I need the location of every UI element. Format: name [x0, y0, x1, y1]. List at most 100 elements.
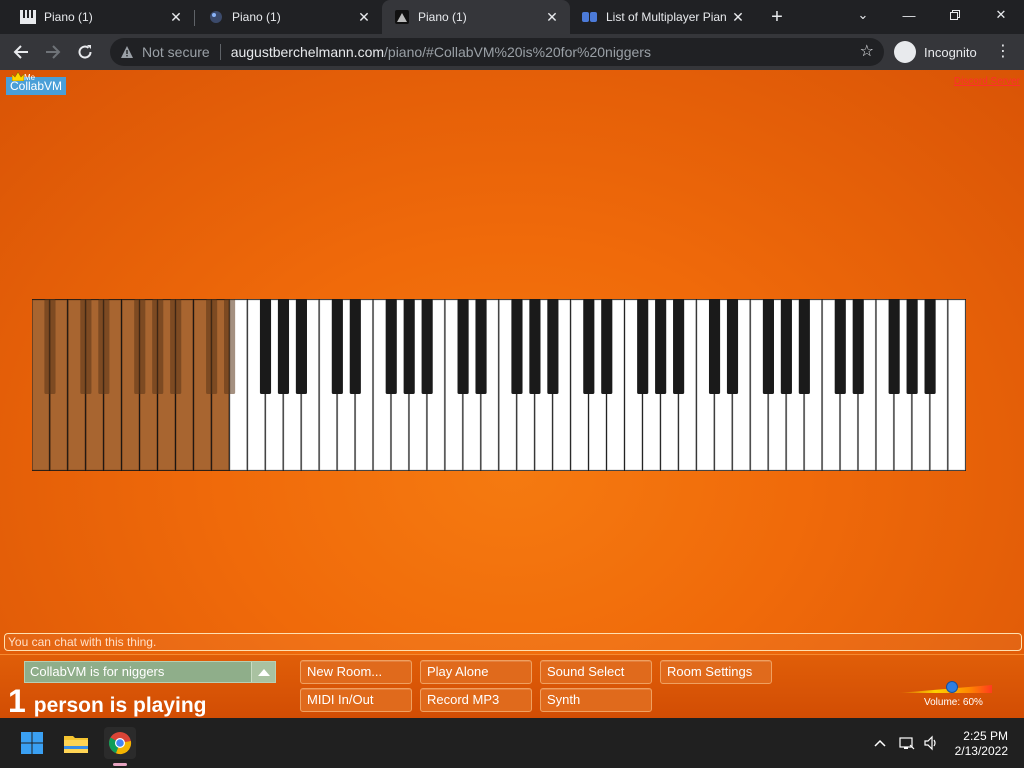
- synth-button[interactable]: Synth: [540, 688, 652, 712]
- black-key[interactable]: [206, 299, 218, 394]
- black-key[interactable]: [170, 299, 182, 394]
- piano-keys[interactable]: [32, 299, 966, 471]
- black-key[interactable]: [780, 299, 792, 394]
- black-key[interactable]: [637, 299, 649, 394]
- tab-title: Piano (1): [44, 10, 93, 24]
- black-key[interactable]: [475, 299, 487, 394]
- tab-title: List of Multiplayer Pian: [606, 10, 727, 24]
- tab-search-icon[interactable]: ⌄: [840, 0, 886, 30]
- black-key[interactable]: [798, 299, 810, 394]
- site-icon: [394, 9, 410, 25]
- new-tab-button[interactable]: +: [766, 6, 788, 28]
- record-mp3-button[interactable]: Record MP3: [420, 688, 532, 712]
- play-alone-button[interactable]: Play Alone: [420, 660, 532, 684]
- browser-menu-icon[interactable]: ⋮: [993, 42, 1013, 62]
- black-key[interactable]: [295, 299, 307, 394]
- black-key[interactable]: [421, 299, 433, 394]
- black-key[interactable]: [834, 299, 846, 394]
- black-key[interactable]: [655, 299, 667, 394]
- black-key[interactable]: [80, 299, 92, 394]
- black-key[interactable]: [529, 299, 541, 394]
- white-key[interactable]: [948, 299, 966, 471]
- reload-button[interactable]: [72, 39, 98, 65]
- black-key[interactable]: [349, 299, 361, 394]
- room-settings-button[interactable]: Room Settings: [660, 660, 772, 684]
- black-key[interactable]: [583, 299, 595, 394]
- black-key[interactable]: [259, 299, 272, 394]
- back-button[interactable]: [8, 39, 34, 65]
- black-key[interactable]: [547, 299, 559, 394]
- reload-icon: [78, 45, 92, 59]
- windows-start-icon[interactable]: [16, 727, 48, 759]
- clock-date: 2/13/2022: [954, 744, 1008, 758]
- midi-button[interactable]: MIDI In/Out: [300, 688, 412, 712]
- black-key[interactable]: [403, 299, 415, 394]
- black-key[interactable]: [98, 299, 110, 394]
- black-key[interactable]: [673, 299, 685, 394]
- black-key[interactable]: [385, 299, 397, 394]
- black-key[interactable]: [726, 299, 739, 394]
- black-key[interactable]: [44, 299, 56, 394]
- security-status[interactable]: Not secure: [142, 44, 210, 60]
- black-key[interactable]: [762, 299, 774, 394]
- incognito-profile-button[interactable]: Incognito: [890, 39, 984, 65]
- black-key[interactable]: [224, 299, 236, 394]
- player-count-number: 1: [8, 683, 26, 718]
- discord-server-link[interactable]: Discord Server: [954, 76, 1020, 87]
- volume-knob[interactable]: [946, 681, 958, 693]
- sound-select-button[interactable]: Sound Select: [540, 660, 652, 684]
- site-icon: [208, 9, 224, 25]
- black-key[interactable]: [134, 299, 146, 394]
- black-key[interactable]: [924, 299, 936, 394]
- volume-track[interactable]: [898, 685, 992, 693]
- chrome-icon[interactable]: [104, 727, 136, 759]
- tab-title: Piano (1): [232, 10, 281, 24]
- black-key[interactable]: [457, 299, 469, 394]
- black-key[interactable]: [708, 299, 721, 394]
- file-explorer-icon[interactable]: [60, 727, 92, 759]
- tab-4[interactable]: List of Multiplayer Pian ✕: [570, 0, 756, 34]
- black-key[interactable]: [152, 299, 164, 394]
- black-key[interactable]: [888, 299, 900, 394]
- restore-icon[interactable]: [932, 0, 978, 30]
- tab-strip: Piano (1) ✕ Piano (1) ✕ Piano (1) ✕ List…: [0, 0, 1024, 34]
- warning-icon: [121, 46, 133, 58]
- new-room-button[interactable]: New Room...: [300, 660, 412, 684]
- bookmark-star-icon[interactable]: ☆: [860, 44, 874, 60]
- tab-1[interactable]: Piano (1) ✕: [8, 0, 194, 34]
- system-clock[interactable]: 2:25 PM 2/13/2022: [955, 729, 1008, 759]
- forward-button[interactable]: [40, 39, 66, 65]
- site-icon: [582, 9, 598, 25]
- network-icon[interactable]: [899, 735, 915, 751]
- close-window-icon[interactable]: ✕: [978, 0, 1024, 30]
- volume-slider[interactable]: Volume: 60%: [898, 681, 994, 709]
- incognito-icon: [894, 41, 916, 63]
- close-icon[interactable]: ✕: [542, 7, 562, 27]
- incognito-label: Incognito: [924, 44, 977, 60]
- piano-keyboard[interactable]: [32, 299, 966, 471]
- tab-2[interactable]: Piano (1) ✕: [196, 0, 382, 34]
- tab-3-active[interactable]: Piano (1) ✕: [382, 0, 570, 34]
- close-icon[interactable]: ✕: [166, 7, 186, 27]
- close-icon[interactable]: ✕: [354, 7, 374, 27]
- chevron-up-icon[interactable]: [872, 735, 888, 751]
- room-select[interactable]: CollabVM is for niggers: [24, 661, 276, 683]
- minimize-icon[interactable]: —: [886, 0, 932, 30]
- chat-input[interactable]: You can chat with this thing.: [4, 633, 1022, 651]
- black-key[interactable]: [331, 299, 343, 394]
- black-key[interactable]: [277, 299, 290, 394]
- black-key[interactable]: [511, 299, 523, 394]
- black-key[interactable]: [906, 299, 918, 394]
- close-icon[interactable]: ✕: [728, 7, 748, 27]
- address-bar[interactable]: Not secure augustberchelmann.com/piano/#…: [110, 38, 884, 66]
- forward-arrow-icon: [46, 45, 61, 59]
- speaker-icon[interactable]: [923, 735, 939, 751]
- piano-page: CollabVM Me Discord Server You can chat …: [0, 70, 1024, 718]
- room-select-arrow-icon[interactable]: [251, 662, 275, 682]
- black-key[interactable]: [852, 299, 864, 394]
- url-path: /piano/#CollabVM%20is%20for%20niggers: [384, 44, 651, 60]
- volume-label: Volume: 60%: [924, 697, 983, 708]
- piano-icon: [20, 9, 36, 25]
- black-key[interactable]: [601, 299, 613, 394]
- back-arrow-icon: [13, 45, 28, 59]
